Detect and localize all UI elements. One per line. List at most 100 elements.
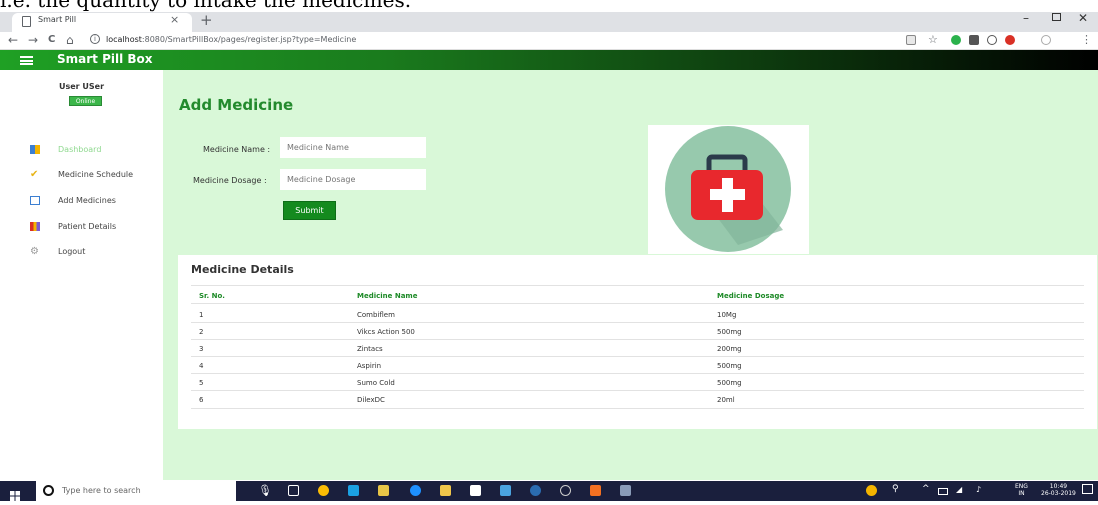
cell-sr-no: 4 bbox=[199, 362, 204, 370]
home-button[interactable]: ⌂ bbox=[66, 33, 74, 47]
tab-title: Smart Pill bbox=[38, 15, 77, 24]
sidebar-item-label: Add Medicines bbox=[58, 195, 116, 205]
reload-button[interactable]: C bbox=[48, 34, 55, 45]
new-tab-button[interactable]: + bbox=[200, 11, 213, 29]
store-icon[interactable] bbox=[470, 485, 481, 496]
column-header-sr-no: Sr. No. bbox=[199, 292, 225, 300]
medicine-dosage-input[interactable] bbox=[280, 169, 426, 190]
language-code: ENG bbox=[1015, 483, 1028, 490]
region-code: IN bbox=[1018, 490, 1025, 497]
cell-medicine-name: Combiflem bbox=[357, 311, 395, 319]
windows-start-icon[interactable] bbox=[10, 486, 20, 501]
window-close-button[interactable]: ✕ bbox=[1078, 11, 1088, 25]
user-name: User USer bbox=[58, 82, 105, 91]
cell-medicine-dosage: 20ml bbox=[717, 396, 735, 404]
translate-icon[interactable] bbox=[906, 35, 916, 45]
windows-logo-icon bbox=[10, 491, 20, 501]
page-title: Add Medicine bbox=[179, 96, 294, 114]
cell-sr-no: 5 bbox=[199, 379, 204, 387]
maximize-button[interactable] bbox=[1052, 13, 1061, 21]
divider bbox=[191, 390, 1084, 391]
window-icon bbox=[30, 195, 40, 205]
url-host: localhost bbox=[106, 35, 142, 44]
browser-menu-icon[interactable]: ⋮ bbox=[1081, 33, 1092, 46]
extension-green-icon[interactable] bbox=[951, 35, 961, 45]
cell-sr-no: 3 bbox=[199, 345, 204, 353]
submit-button[interactable]: Submit bbox=[283, 201, 336, 220]
notifications-icon[interactable] bbox=[1082, 484, 1093, 494]
minimize-button[interactable]: – bbox=[1023, 11, 1029, 25]
sidebar-item-label: Dashboard bbox=[58, 144, 102, 154]
volume-icon[interactable]: ♪ bbox=[976, 485, 981, 494]
medicine-details-card bbox=[178, 255, 1097, 429]
medicine-name-label: Medicine Name : bbox=[203, 145, 271, 154]
sidebar-item-patient-details[interactable]: Patient Details bbox=[30, 219, 116, 233]
divider bbox=[191, 303, 1084, 304]
bookmark-star-icon[interactable]: ☆ bbox=[928, 33, 938, 46]
sidebar-item-medicine-schedule[interactable]: ✔ Medicine Schedule bbox=[30, 167, 133, 181]
cell-sr-no: 6 bbox=[199, 396, 204, 404]
sidebar bbox=[0, 70, 163, 480]
document-caption: i.e. the quantity to intake the medicine… bbox=[0, 0, 1098, 12]
divider bbox=[191, 285, 1084, 286]
language-indicator[interactable]: ENG IN bbox=[1015, 483, 1028, 497]
status-badge: Online bbox=[69, 96, 102, 106]
url-path: :8080/SmartPillBox/pages/register.jsp?ty… bbox=[141, 35, 357, 44]
first-aid-kit-icon bbox=[665, 126, 791, 252]
xampp-icon[interactable] bbox=[590, 485, 601, 496]
chevron-up-icon[interactable]: ^ bbox=[922, 484, 930, 494]
forward-button[interactable]: → bbox=[28, 33, 38, 47]
page-icon bbox=[22, 16, 31, 27]
chrome-icon[interactable] bbox=[318, 485, 329, 496]
extension-red-icon[interactable] bbox=[1005, 35, 1015, 45]
wifi-icon[interactable]: ◢ bbox=[956, 485, 962, 494]
medicine-name-input[interactable] bbox=[280, 137, 426, 158]
taskbar-search-placeholder: Type here to search bbox=[62, 486, 141, 495]
checkmark-icon: ✔ bbox=[30, 168, 39, 180]
battery-icon[interactable] bbox=[938, 488, 948, 495]
url-field[interactable]: localhost:8080/SmartPillBox/pages/regist… bbox=[106, 35, 356, 44]
back-button[interactable]: ← bbox=[8, 33, 18, 47]
sidebar-item-label: Patient Details bbox=[58, 221, 117, 231]
sidebar-item-logout[interactable]: ⚙ Logout bbox=[30, 244, 85, 258]
tab-close-icon[interactable]: × bbox=[170, 13, 179, 26]
sidebar-item-label: Logout bbox=[58, 246, 86, 256]
settings-icon[interactable] bbox=[560, 485, 571, 496]
site-info-icon[interactable]: i bbox=[90, 34, 100, 44]
file-explorer-icon[interactable] bbox=[440, 485, 451, 496]
sidebar-item-dashboard[interactable]: Dashboard bbox=[30, 142, 101, 156]
eclipse-icon[interactable] bbox=[530, 485, 541, 496]
cell-medicine-name: Sumo Cold bbox=[357, 379, 395, 387]
taskbar-clock[interactable]: 10:49 26-03-2019 bbox=[1041, 483, 1076, 497]
visual-studio-code-icon[interactable] bbox=[348, 485, 359, 496]
divider bbox=[191, 373, 1084, 374]
dashboard-icon bbox=[30, 144, 40, 154]
sublime-icon[interactable] bbox=[378, 485, 389, 496]
cell-medicine-name: Aspirin bbox=[357, 362, 382, 370]
cell-sr-no: 2 bbox=[199, 328, 204, 336]
hamburger-menu-icon[interactable] bbox=[20, 56, 33, 65]
cell-medicine-name: Vikcs Action 500 bbox=[357, 328, 415, 336]
books-icon bbox=[30, 221, 40, 231]
gear-icon: ⚙ bbox=[30, 245, 39, 257]
medicine-dosage-label: Medicine Dosage : bbox=[193, 176, 267, 185]
cell-medicine-name: Zintacs bbox=[357, 345, 383, 353]
app-icon-misc[interactable] bbox=[620, 485, 631, 496]
extension-save-icon[interactable] bbox=[969, 35, 979, 45]
profile-icon[interactable] bbox=[1041, 35, 1051, 45]
cell-medicine-dosage: 200mg bbox=[717, 345, 742, 353]
cell-medicine-name: DilexDC bbox=[357, 396, 385, 404]
sidebar-item-add-medicines[interactable]: Add Medicines bbox=[30, 193, 116, 207]
sidebar-item-label: Medicine Schedule bbox=[58, 169, 134, 179]
edge-icon[interactable] bbox=[410, 485, 421, 496]
people-icon[interactable]: ⚲ bbox=[892, 484, 899, 494]
medicine-details-title: Medicine Details bbox=[191, 263, 294, 276]
extension-shield-icon[interactable] bbox=[987, 35, 997, 45]
microphone-icon[interactable]: 🎙 bbox=[258, 484, 272, 497]
cell-medicine-dosage: 500mg bbox=[717, 362, 742, 370]
medicine-kit-image bbox=[648, 125, 809, 254]
app-icon-bolt[interactable] bbox=[500, 485, 511, 496]
task-view-icon[interactable] bbox=[288, 485, 299, 496]
cortana-icon bbox=[43, 485, 54, 496]
tray-app-icon[interactable] bbox=[866, 485, 877, 496]
